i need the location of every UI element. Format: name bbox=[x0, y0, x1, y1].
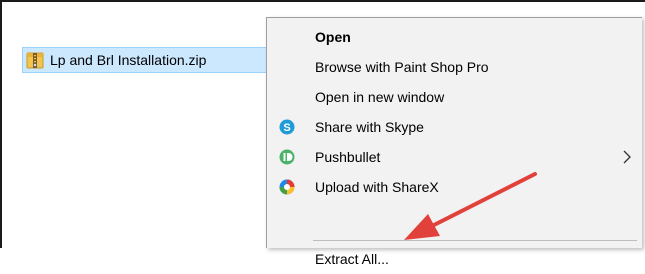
menu-item-open[interactable]: Open bbox=[267, 22, 641, 52]
menu-item-open-new-window[interactable]: Open in new window bbox=[267, 82, 641, 112]
menu-item-label: Browse with Paint Shop Pro bbox=[315, 59, 489, 75]
window-border-top bbox=[0, 0, 645, 2]
zip-folder-icon bbox=[26, 51, 44, 69]
skype-icon: S bbox=[279, 119, 295, 135]
file-name: Lp and Brl Installation.zip bbox=[50, 52, 207, 68]
menu-item-label: Upload with ShareX bbox=[315, 179, 439, 195]
pushbullet-icon bbox=[279, 149, 295, 165]
menu-item-upload-sharex[interactable]: Upload with ShareX bbox=[267, 172, 641, 202]
menu-item-pushbullet[interactable]: Pushbullet bbox=[267, 142, 641, 172]
menu-item-label: Open bbox=[315, 29, 351, 45]
chevron-right-icon bbox=[620, 148, 634, 166]
menu-item-share-skype[interactable]: S Share with Skype bbox=[267, 112, 641, 142]
context-menu: Open Browse with Paint Shop Pro Open in … bbox=[266, 17, 642, 267]
menu-item-label: Pushbullet bbox=[315, 149, 381, 165]
menu-separator bbox=[313, 240, 637, 241]
svg-text:S: S bbox=[283, 122, 290, 134]
window-border-left bbox=[0, 0, 2, 248]
menu-item-label: Share with Skype bbox=[315, 119, 424, 135]
sharex-icon bbox=[279, 179, 295, 195]
explorer-window: Lp and Brl Installation.zip Open Browse … bbox=[0, 0, 645, 267]
menu-item-label: Open in new window bbox=[315, 89, 445, 105]
file-item-zip[interactable]: Lp and Brl Installation.zip bbox=[22, 47, 268, 73]
menu-item-label: Extract All... bbox=[315, 251, 389, 267]
menu-item-extract-all[interactable]: Extract All... bbox=[267, 244, 641, 274]
menu-item-browse-paint-shop-pro[interactable]: Browse with Paint Shop Pro bbox=[267, 52, 641, 82]
